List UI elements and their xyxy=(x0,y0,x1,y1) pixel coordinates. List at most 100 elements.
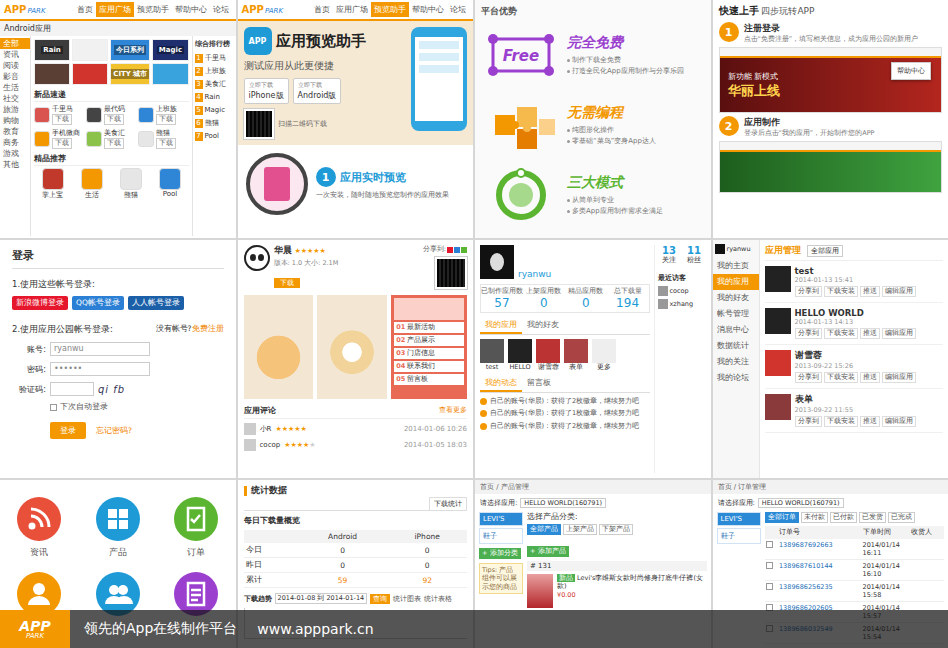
ranking-item[interactable]: 4Rain xyxy=(195,91,234,104)
app-select[interactable]: HELLO WORLD(160791) xyxy=(520,498,606,508)
ranking-item[interactable]: 1千里马 xyxy=(195,52,234,65)
app-card[interactable]: 上班族下载 xyxy=(138,104,188,125)
table-row[interactable]: 13896876926632014/01/14 16:11 xyxy=(765,539,945,560)
social-login-button[interactable]: QQ帐号登录 xyxy=(72,296,124,310)
action-button[interactable]: 分享到 xyxy=(795,328,822,339)
action-button[interactable]: 编辑应用 xyxy=(882,416,916,427)
tab[interactable]: 留言板 xyxy=(522,376,556,392)
follow-count[interactable]: 13关注 xyxy=(658,245,681,265)
app-card[interactable]: 熊猫 xyxy=(112,168,149,200)
filter-chip[interactable]: 未付款 xyxy=(801,512,828,523)
app-card[interactable]: 最代码下载 xyxy=(86,104,136,125)
nav-item[interactable]: 预览助手 xyxy=(134,2,172,17)
app-thumb[interactable]: 更多 xyxy=(592,339,616,372)
app-thumb[interactable]: HELLO xyxy=(508,339,532,372)
action-button[interactable]: 下载安装 xyxy=(824,328,858,339)
action-button[interactable]: 推送 xyxy=(860,372,880,383)
text-input[interactable]: •••••• xyxy=(50,362,150,376)
filter-chip[interactable]: 上架产品 xyxy=(563,524,597,535)
site-logo[interactable]: APPPARK xyxy=(242,4,284,15)
filter-chip[interactable]: 下架产品 xyxy=(599,524,633,535)
category-item[interactable]: 生活 xyxy=(0,82,30,93)
screenshot-carousel[interactable]: 01最新活动02产品展示03门店信息04联系我们05留言板 xyxy=(244,295,468,399)
nav-item[interactable]: 帮助中心 xyxy=(409,2,447,17)
sidebar-item[interactable]: 帐号管理 xyxy=(713,306,759,322)
sidebar-item[interactable]: 我的好友 xyxy=(713,290,759,306)
download-button[interactable]: 下载 xyxy=(104,114,124,125)
category-item[interactable]: 其他 xyxy=(0,159,30,170)
nav-item[interactable]: 应用广场 xyxy=(333,2,371,17)
download-button[interactable]: 下载 xyxy=(156,138,176,149)
dropdown-menu[interactable]: 帮助中心 xyxy=(891,62,931,80)
ranking-item[interactable]: 2上班族 xyxy=(195,65,234,78)
category-item[interactable]: 教育 xyxy=(0,126,30,137)
query-button[interactable]: 查询 xyxy=(370,594,390,604)
visitor-item[interactable]: xzhang xyxy=(658,299,706,309)
download-button[interactable]: 立即下载Android版 xyxy=(293,78,342,104)
app-card[interactable]: 生活 xyxy=(73,168,110,200)
download-button[interactable]: 下载 xyxy=(274,278,300,288)
site-logo[interactable]: APPPARK xyxy=(4,4,46,15)
tab[interactable]: 下载统计 xyxy=(429,497,467,510)
ranking-item[interactable]: 3美食汇 xyxy=(195,78,234,91)
category-item[interactable]: 阅读 xyxy=(0,60,30,71)
action-button[interactable]: 下载安装 xyxy=(824,286,858,297)
tab[interactable]: 我的好友 xyxy=(522,318,564,334)
action-button[interactable]: 下载安装 xyxy=(824,372,858,383)
captcha-input[interactable] xyxy=(50,382,94,396)
banner-tile[interactable]: 今日系列 xyxy=(110,39,150,61)
action-button[interactable]: 分享到 xyxy=(795,416,822,427)
module-item[interactable]: 产品 xyxy=(79,496,158,559)
filter-select[interactable]: 全部应用 xyxy=(807,245,843,257)
add-product-button[interactable]: + 添加产品 xyxy=(527,546,569,557)
download-button[interactable]: 下载 xyxy=(156,114,176,125)
sidebar-item[interactable]: 我的论坛 xyxy=(713,370,759,386)
category-item[interactable]: 鞋子 xyxy=(479,528,523,544)
ranking-item[interactable]: 7Pool xyxy=(195,130,234,143)
action-button[interactable]: 推送 xyxy=(860,286,880,297)
action-button[interactable]: 分享到 xyxy=(795,286,822,297)
download-button[interactable]: 下载 xyxy=(52,138,72,149)
nav-item[interactable]: 首页 xyxy=(74,2,96,17)
category-item[interactable]: 资讯 xyxy=(0,49,30,60)
visitor-item[interactable]: cocop xyxy=(658,286,706,296)
action-button[interactable]: 推送 xyxy=(860,416,880,427)
download-button[interactable]: 立即下载iPhone版 xyxy=(244,78,289,104)
nav-item[interactable]: 论坛 xyxy=(447,2,469,17)
nav-item[interactable]: 应用广场 xyxy=(96,2,134,17)
action-button[interactable]: 编辑应用 xyxy=(882,372,916,383)
nav-item[interactable]: 论坛 xyxy=(210,2,232,17)
action-button[interactable]: 编辑应用 xyxy=(882,286,916,297)
app-thumb[interactable]: test xyxy=(480,339,504,372)
social-login-button[interactable]: 新浪微博登录 xyxy=(12,296,68,310)
table-row[interactable]: 13896876101442014/01/14 16:10 xyxy=(765,560,945,581)
nav-item[interactable]: 首页 xyxy=(311,2,333,17)
filter-chip[interactable]: 全部产品 xyxy=(527,524,561,535)
app-card[interactable]: 熊猫下载 xyxy=(138,128,188,149)
social-login-button[interactable]: 人人帐号登录 xyxy=(128,296,184,310)
banner-tile[interactable]: CITY 城市 xyxy=(110,63,150,85)
sidebar-item[interactable]: 数据统计 xyxy=(713,338,759,354)
module-item[interactable]: 资讯 xyxy=(0,496,79,559)
action-button[interactable]: 下载安装 xyxy=(824,416,858,427)
category-item[interactable]: 社交 xyxy=(0,93,30,104)
nav-item[interactable]: 预览助手 xyxy=(371,2,409,17)
filter-chip[interactable]: 已发货 xyxy=(859,512,886,523)
captcha-image[interactable]: qi fb xyxy=(98,384,125,395)
banner-tile[interactable] xyxy=(72,39,108,61)
login-button[interactable]: 登录 xyxy=(50,422,86,439)
tab[interactable]: 我的应用 xyxy=(480,318,522,334)
filter-chip[interactable]: 已完成 xyxy=(888,512,915,523)
sidebar-item[interactable]: 我的关注 xyxy=(713,354,759,370)
ranking-item[interactable]: 5Magic xyxy=(195,104,234,117)
table-row[interactable]: 13896862562352014/01/14 15:58 xyxy=(765,581,945,602)
app-card[interactable]: 掌上宝 xyxy=(34,168,71,200)
filter-chip[interactable]: 全部订单 xyxy=(765,512,799,523)
category-item[interactable]: 游戏 xyxy=(0,148,30,159)
date-range-input[interactable]: 2014-01-08 到 2014-01-14 xyxy=(275,593,368,604)
category-item[interactable]: LEVI'S xyxy=(717,512,761,526)
text-input[interactable]: ryanwu xyxy=(50,342,150,356)
app-thumb[interactable]: 谢雪蓉 xyxy=(536,339,560,372)
filter-chip[interactable]: 已付款 xyxy=(830,512,857,523)
nav-item[interactable]: 帮助中心 xyxy=(172,2,210,17)
